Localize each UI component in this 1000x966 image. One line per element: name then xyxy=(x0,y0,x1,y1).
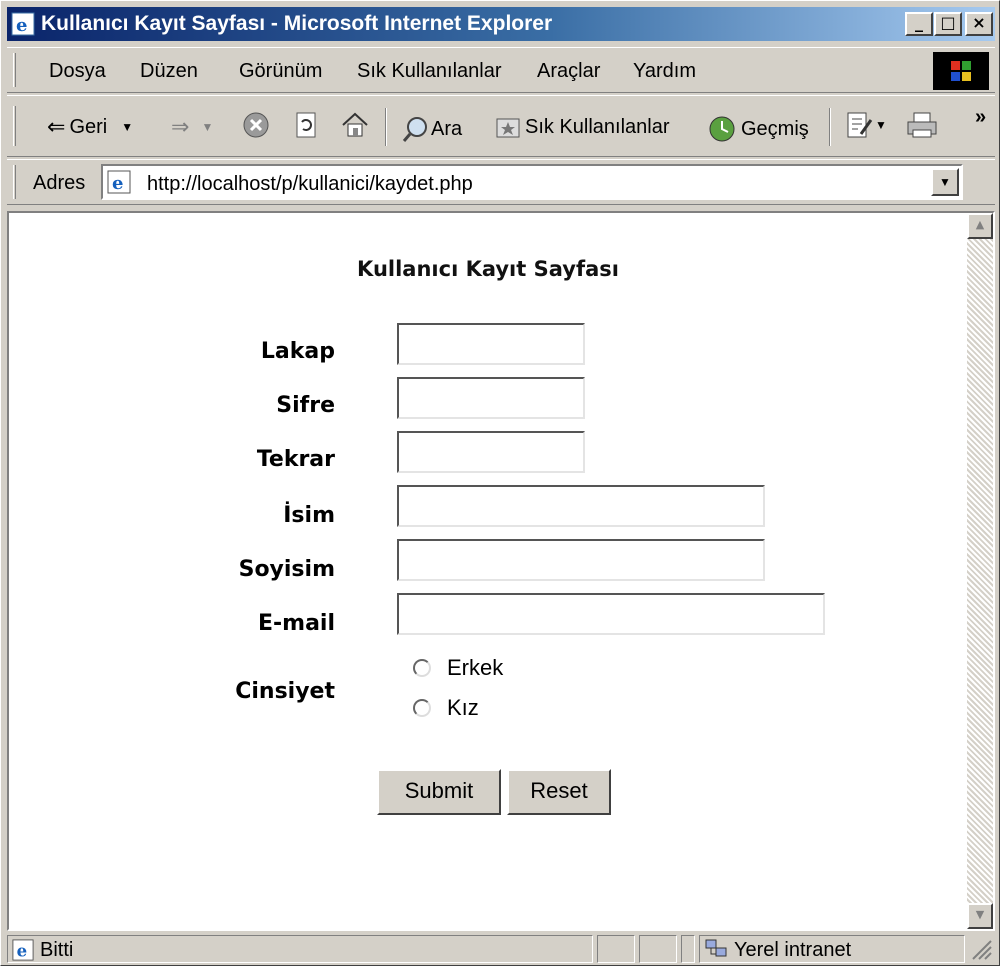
toolbar-separator xyxy=(385,108,387,146)
standard-toolbar: ⇐ Geri ▼ ⇒ ▼ Ara Sık Kullanılanlar Geçmi… xyxy=(7,95,995,157)
back-dropdown-icon[interactable]: ▼ xyxy=(121,120,133,134)
svg-text:e: e xyxy=(16,15,27,36)
radio-erkek-label[interactable]: Erkek xyxy=(447,655,503,681)
address-input[interactable]: e http://localhost/p/kullanici/kaydet.ph… xyxy=(101,164,963,200)
address-url: http://localhost/p/kullanici/kaydet.php xyxy=(147,173,473,195)
status-bar: e Bitti Yerel intranet xyxy=(7,933,995,963)
reset-button[interactable]: Reset xyxy=(507,769,611,815)
back-label: Geri xyxy=(69,115,108,138)
favorites-button[interactable]: Sık Kullanılanlar xyxy=(495,114,670,140)
search-icon xyxy=(402,117,427,142)
windows-flag-icon xyxy=(951,61,971,81)
favorites-label: Sık Kullanılanlar xyxy=(525,115,670,138)
menu-duzen[interactable]: Düzen xyxy=(140,60,198,83)
menu-yardim[interactable]: Yardım xyxy=(633,60,696,83)
arrow-up-icon: ▲ xyxy=(975,218,985,231)
toolbar-overflow-chevron[interactable]: » xyxy=(975,106,986,129)
soyisim-input[interactable] xyxy=(397,539,765,581)
menu-sik-kullanilanlar[interactable]: Sık Kullanılanlar xyxy=(357,60,502,83)
title-bar[interactable]: e Kullanıcı Kayıt Sayfası - Microsoft In… xyxy=(7,7,995,41)
svg-text:e: e xyxy=(112,173,123,194)
minimize-button[interactable]: _ xyxy=(905,12,933,36)
print-button[interactable] xyxy=(905,110,939,140)
address-dropdown-button[interactable]: ▼ xyxy=(931,168,959,196)
address-label: Adres xyxy=(33,172,86,194)
cinsiyet-label: Cinsiyet xyxy=(235,679,335,704)
printer-icon xyxy=(907,112,937,138)
arrow-down-icon: ▼ xyxy=(975,908,985,921)
history-button[interactable]: Geçmiş xyxy=(707,114,809,144)
search-label: Ara xyxy=(431,117,463,140)
history-label: Geçmiş xyxy=(741,117,809,140)
tekrar-input[interactable] xyxy=(397,431,585,473)
scroll-down-button[interactable]: ▼ xyxy=(967,903,993,929)
status-pane-blank xyxy=(639,935,677,963)
toolbar-grip[interactable] xyxy=(13,106,16,146)
stop-button[interactable] xyxy=(241,110,271,140)
menubar-grip[interactable] xyxy=(13,53,16,87)
home-button[interactable] xyxy=(339,110,371,140)
browser-window: e Kullanıcı Kayıt Sayfası - Microsoft In… xyxy=(0,0,1000,966)
sifre-label: Sifre xyxy=(276,393,335,418)
menu-bar: Dosya Düzen Görünüm Sık Kullanılanlar Ar… xyxy=(7,47,995,93)
menu-gorunum[interactable]: Görünüm xyxy=(239,60,322,83)
page-done-icon: e xyxy=(12,939,34,961)
windows-logo-icon xyxy=(933,52,989,90)
forward-arrow-icon: ⇒ xyxy=(171,114,190,139)
ie-logo-icon: e xyxy=(11,12,35,36)
page-ie-icon: e xyxy=(107,170,131,194)
close-button[interactable]: × xyxy=(965,12,993,36)
status-zone-pane: Yerel intranet xyxy=(699,935,965,963)
soyisim-label: Soyisim xyxy=(238,557,335,582)
submit-button[interactable]: Submit xyxy=(377,769,501,815)
forward-button[interactable]: ⇒ ▼ xyxy=(171,114,213,140)
back-button[interactable]: ⇐ Geri ▼ xyxy=(47,114,133,140)
maximize-button[interactable]: □ xyxy=(934,12,962,36)
forward-dropdown-icon[interactable]: ▼ xyxy=(201,120,213,134)
isim-input[interactable] xyxy=(397,485,765,527)
edit-button[interactable]: ▼ xyxy=(845,110,887,140)
home-icon xyxy=(342,112,368,137)
email-label: E-mail xyxy=(257,611,335,636)
chevron-down-icon: ▼ xyxy=(939,175,951,189)
isim-label: İsim xyxy=(283,503,335,528)
zone-text: Yerel intranet xyxy=(734,939,852,961)
resize-grip-icon[interactable] xyxy=(969,937,993,961)
radio-kiz[interactable] xyxy=(413,699,431,717)
refresh-icon xyxy=(296,112,316,138)
search-button[interactable]: Ara xyxy=(401,114,462,144)
page-heading: Kullanıcı Kayıt Sayfası xyxy=(357,257,619,281)
back-arrow-icon: ⇐ xyxy=(47,114,66,139)
edit-dropdown-icon[interactable]: ▼ xyxy=(875,118,887,132)
history-icon xyxy=(709,116,735,142)
addressbar-grip[interactable] xyxy=(13,165,16,199)
radio-kiz-label[interactable]: Kız xyxy=(447,695,479,721)
svg-text:e: e xyxy=(17,941,28,960)
menu-araclar[interactable]: Araçlar xyxy=(537,60,600,83)
toolbar-separator xyxy=(829,108,831,146)
edit-page-icon xyxy=(847,112,873,138)
status-text: Bitti xyxy=(40,939,74,961)
vertical-scrollbar[interactable]: ▲ ▼ xyxy=(967,213,993,929)
favorites-folder-icon xyxy=(496,118,520,138)
status-pane-blank xyxy=(681,935,695,963)
window-title: Kullanıcı Kayıt Sayfası - Microsoft Inte… xyxy=(41,12,553,35)
refresh-button[interactable] xyxy=(291,110,321,140)
status-main-pane: e Bitti xyxy=(7,935,593,963)
intranet-zone-icon xyxy=(705,939,727,957)
page-content: Kullanıcı Kayıt Sayfası Lakap Sifre Tekr… xyxy=(9,213,967,929)
lakap-input[interactable] xyxy=(397,323,585,365)
address-bar: Adres e http://localhost/p/kullanici/kay… xyxy=(7,159,995,205)
lakap-label: Lakap xyxy=(260,339,335,364)
stop-icon xyxy=(243,112,269,138)
tekrar-label: Tekrar xyxy=(256,447,335,472)
status-pane-blank xyxy=(597,935,635,963)
email-input[interactable] xyxy=(397,593,825,635)
sifre-input[interactable] xyxy=(397,377,585,419)
page-viewport: Kullanıcı Kayıt Sayfası Lakap Sifre Tekr… xyxy=(7,211,995,931)
menu-dosya[interactable]: Dosya xyxy=(49,60,106,83)
radio-erkek[interactable] xyxy=(413,659,431,677)
scroll-up-button[interactable]: ▲ xyxy=(967,213,993,239)
